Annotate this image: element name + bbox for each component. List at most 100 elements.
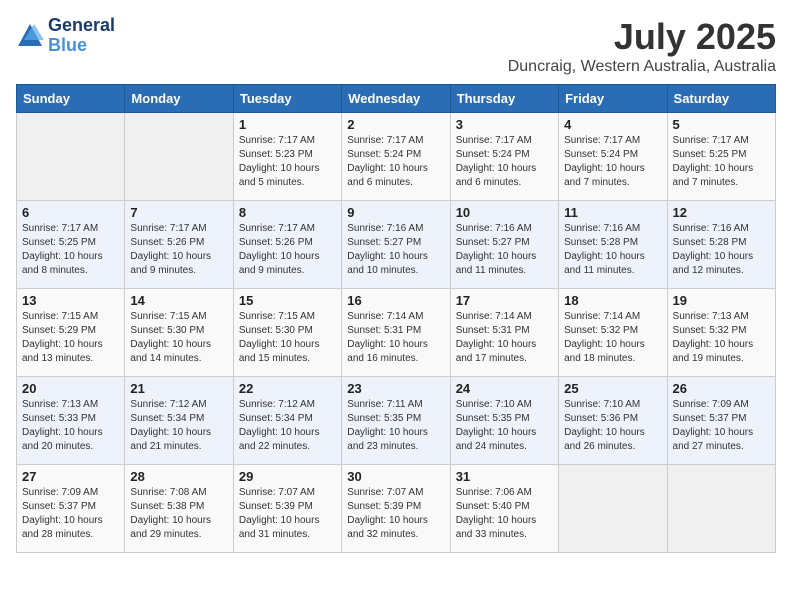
day-info: Sunrise: 7:17 AMSunset: 5:24 PMDaylight:… <box>564 134 661 190</box>
day-number: 15 <box>239 293 336 308</box>
calendar-cell: 18 Sunrise: 7:14 AMSunset: 5:32 PMDayligh… <box>559 289 667 377</box>
day-number: 16 <box>347 293 444 308</box>
day-info: Sunrise: 7:08 AMSunset: 5:38 PMDaylight:… <box>130 486 227 542</box>
calendar-cell: 10Sunrise: 7:16 AMSunset: 5:27 PMDayligh… <box>450 201 558 289</box>
day-info: Sunrise: 7:15 AMSunset: 5:29 PMDaylight:… <box>22 310 119 366</box>
day-number: 22 <box>239 381 336 396</box>
calendar-cell: 25 Sunrise: 7:10 AMSunset: 5:36 PMDayligh… <box>559 377 667 465</box>
day-number: 1 <box>239 117 336 132</box>
day-info: Sunrise: 7:09 AMSunset: 5:37 PMDaylight:… <box>673 398 770 454</box>
day-info: Sunrise: 7:12 AMSunset: 5:34 PMDaylight:… <box>239 398 336 454</box>
column-header-friday: Friday <box>559 85 667 113</box>
day-number: 27 <box>22 469 119 484</box>
day-number: 18 <box>564 293 661 308</box>
day-number: 14 <box>130 293 227 308</box>
calendar-week-5: 27 Sunrise: 7:09 AMSunset: 5:37 PMDayligh… <box>17 465 776 553</box>
calendar-cell: 11 Sunrise: 7:16 AMSunset: 5:28 PMDayligh… <box>559 201 667 289</box>
calendar-cell: 31 Sunrise: 7:06 AMSunset: 5:40 PMDayligh… <box>450 465 558 553</box>
day-info: Sunrise: 7:16 AMSunset: 5:28 PMDaylight:… <box>564 222 661 278</box>
calendar-table: SundayMondayTuesdayWednesdayThursdayFrid… <box>16 84 776 553</box>
day-number: 29 <box>239 469 336 484</box>
calendar-cell: 24 Sunrise: 7:10 AMSunset: 5:35 PMDayligh… <box>450 377 558 465</box>
calendar-cell: 26 Sunrise: 7:09 AMSunset: 5:37 PMDayligh… <box>667 377 775 465</box>
day-number: 8 <box>239 205 336 220</box>
day-info: Sunrise: 7:17 AMSunset: 5:26 PMDaylight:… <box>239 222 336 278</box>
day-number: 26 <box>673 381 770 396</box>
page-header: General Blue July 2025 Duncraig, Western… <box>16 16 776 76</box>
day-info: Sunrise: 7:09 AMSunset: 5:37 PMDaylight:… <box>22 486 119 542</box>
day-info: Sunrise: 7:13 AMSunset: 5:32 PMDaylight:… <box>673 310 770 366</box>
calendar-cell: 2Sunrise: 7:17 AMSunset: 5:24 PMDaylight… <box>342 113 450 201</box>
calendar-cell: 16 Sunrise: 7:14 AMSunset: 5:31 PMDayligh… <box>342 289 450 377</box>
calendar-week-3: 13 Sunrise: 7:15 AMSunset: 5:29 PMDayligh… <box>17 289 776 377</box>
day-number: 4 <box>564 117 661 132</box>
day-info: Sunrise: 7:15 AMSunset: 5:30 PMDaylight:… <box>239 310 336 366</box>
day-number: 3 <box>456 117 553 132</box>
column-header-thursday: Thursday <box>450 85 558 113</box>
calendar-cell <box>17 113 125 201</box>
calendar-cell <box>667 465 775 553</box>
day-info: Sunrise: 7:17 AMSunset: 5:26 PMDaylight:… <box>130 222 227 278</box>
calendar-cell: 21 Sunrise: 7:12 AMSunset: 5:34 PMDayligh… <box>125 377 233 465</box>
calendar-cell: 28 Sunrise: 7:08 AMSunset: 5:38 PMDayligh… <box>125 465 233 553</box>
day-number: 31 <box>456 469 553 484</box>
calendar-cell <box>125 113 233 201</box>
day-info: Sunrise: 7:12 AMSunset: 5:34 PMDaylight:… <box>130 398 227 454</box>
day-info: Sunrise: 7:07 AMSunset: 5:39 PMDaylight:… <box>239 486 336 542</box>
calendar-cell: 29 Sunrise: 7:07 AMSunset: 5:39 PMDayligh… <box>233 465 341 553</box>
day-number: 6 <box>22 205 119 220</box>
calendar-cell: 6Sunrise: 7:17 AMSunset: 5:25 PMDaylight… <box>17 201 125 289</box>
day-info: Sunrise: 7:11 AMSunset: 5:35 PMDaylight:… <box>347 398 444 454</box>
day-number: 17 <box>456 293 553 308</box>
day-number: 12 <box>673 205 770 220</box>
day-number: 28 <box>130 469 227 484</box>
location-title: Duncraig, Western Australia, Australia <box>508 58 776 76</box>
day-info: Sunrise: 7:15 AMSunset: 5:30 PMDaylight:… <box>130 310 227 366</box>
calendar-cell: 17 Sunrise: 7:14 AMSunset: 5:31 PMDayligh… <box>450 289 558 377</box>
calendar-cell: 14 Sunrise: 7:15 AMSunset: 5:30 PMDayligh… <box>125 289 233 377</box>
day-number: 30 <box>347 469 444 484</box>
calendar-header-row: SundayMondayTuesdayWednesdayThursdayFrid… <box>17 85 776 113</box>
logo-icon <box>16 22 44 50</box>
day-number: 25 <box>564 381 661 396</box>
column-header-wednesday: Wednesday <box>342 85 450 113</box>
calendar-cell: 7 Sunrise: 7:17 AMSunset: 5:26 PMDaylight… <box>125 201 233 289</box>
day-info: Sunrise: 7:06 AMSunset: 5:40 PMDaylight:… <box>456 486 553 542</box>
calendar-cell <box>559 465 667 553</box>
day-number: 23 <box>347 381 444 396</box>
day-info: Sunrise: 7:10 AMSunset: 5:36 PMDaylight:… <box>564 398 661 454</box>
day-info: Sunrise: 7:13 AMSunset: 5:33 PMDaylight:… <box>22 398 119 454</box>
day-number: 13 <box>22 293 119 308</box>
calendar-cell: 5 Sunrise: 7:17 AMSunset: 5:25 PMDaylight… <box>667 113 775 201</box>
calendar-cell: 27 Sunrise: 7:09 AMSunset: 5:37 PMDayligh… <box>17 465 125 553</box>
calendar-cell: 9Sunrise: 7:16 AMSunset: 5:27 PMDaylight… <box>342 201 450 289</box>
day-number: 21 <box>130 381 227 396</box>
calendar-week-2: 6Sunrise: 7:17 AMSunset: 5:25 PMDaylight… <box>17 201 776 289</box>
day-info: Sunrise: 7:07 AMSunset: 5:39 PMDaylight:… <box>347 486 444 542</box>
day-info: Sunrise: 7:10 AMSunset: 5:35 PMDaylight:… <box>456 398 553 454</box>
day-info: Sunrise: 7:14 AMSunset: 5:32 PMDaylight:… <box>564 310 661 366</box>
column-header-saturday: Saturday <box>667 85 775 113</box>
day-number: 11 <box>564 205 661 220</box>
column-header-monday: Monday <box>125 85 233 113</box>
day-info: Sunrise: 7:14 AMSunset: 5:31 PMDaylight:… <box>347 310 444 366</box>
calendar-cell: 30 Sunrise: 7:07 AMSunset: 5:39 PMDayligh… <box>342 465 450 553</box>
title-block: July 2025 Duncraig, Western Australia, A… <box>508 16 776 76</box>
calendar-cell: 23 Sunrise: 7:11 AMSunset: 5:35 PMDayligh… <box>342 377 450 465</box>
day-info: Sunrise: 7:16 AMSunset: 5:27 PMDaylight:… <box>456 222 553 278</box>
day-number: 24 <box>456 381 553 396</box>
calendar-cell: 12Sunrise: 7:16 AMSunset: 5:28 PMDayligh… <box>667 201 775 289</box>
day-info: Sunrise: 7:17 AMSunset: 5:25 PMDaylight:… <box>673 134 770 190</box>
day-number: 5 <box>673 117 770 132</box>
day-info: Sunrise: 7:14 AMSunset: 5:31 PMDaylight:… <box>456 310 553 366</box>
calendar-cell: 15 Sunrise: 7:15 AMSunset: 5:30 PMDayligh… <box>233 289 341 377</box>
day-info: Sunrise: 7:17 AMSunset: 5:24 PMDaylight:… <box>347 134 444 190</box>
day-number: 19 <box>673 293 770 308</box>
month-title: July 2025 <box>508 16 776 58</box>
calendar-cell: 1 Sunrise: 7:17 AMSunset: 5:23 PMDaylight… <box>233 113 341 201</box>
calendar-cell: 13 Sunrise: 7:15 AMSunset: 5:29 PMDayligh… <box>17 289 125 377</box>
calendar-cell: 22 Sunrise: 7:12 AMSunset: 5:34 PMDayligh… <box>233 377 341 465</box>
day-info: Sunrise: 7:17 AMSunset: 5:23 PMDaylight:… <box>239 134 336 190</box>
day-number: 7 <box>130 205 227 220</box>
day-number: 9 <box>347 205 444 220</box>
